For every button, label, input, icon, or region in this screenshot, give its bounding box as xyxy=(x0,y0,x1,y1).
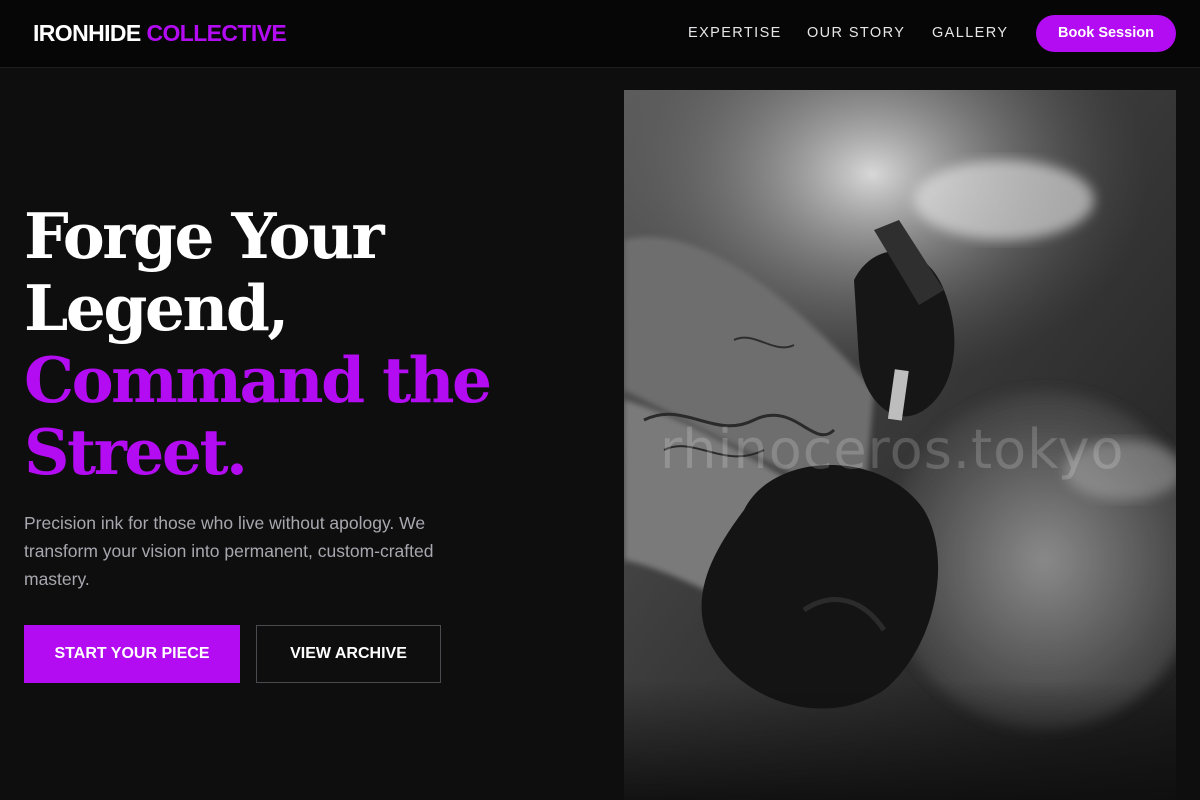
headline-line-3: Command the xyxy=(24,343,492,417)
nav-link-our-story[interactable]: OUR STORY xyxy=(807,24,905,42)
logo-accent: COLLECTIVE xyxy=(146,20,287,46)
site-header: IRONHIDE COLLECTIVE EXPERTISE OUR STORY … xyxy=(0,0,1200,68)
headline-line-4: Street. xyxy=(24,415,248,489)
start-your-piece-button[interactable]: START YOUR PIECE xyxy=(24,625,240,683)
image-watermark: rhinoceros.tokyo xyxy=(660,418,1125,481)
hero-headline: Forge Your Legend, Command the Street. xyxy=(24,200,584,488)
hero-image: rhinoceros.tokyo xyxy=(624,90,1176,800)
headline-line-1: Forge Your xyxy=(24,199,385,273)
logo[interactable]: IRONHIDE COLLECTIVE xyxy=(33,19,287,47)
view-archive-button[interactable]: VIEW ARCHIVE xyxy=(256,625,441,683)
nav-link-gallery[interactable]: GALLERY xyxy=(932,24,1008,42)
headline-line-2: Legend, xyxy=(24,271,289,345)
book-session-button[interactable]: Book Session xyxy=(1036,15,1176,52)
image-fade-overlay xyxy=(624,680,1176,800)
hero-description: Precision ink for those who live without… xyxy=(24,513,434,589)
nav-link-expertise[interactable]: EXPERTISE xyxy=(688,24,782,42)
logo-primary: IRONHIDE xyxy=(33,20,141,46)
